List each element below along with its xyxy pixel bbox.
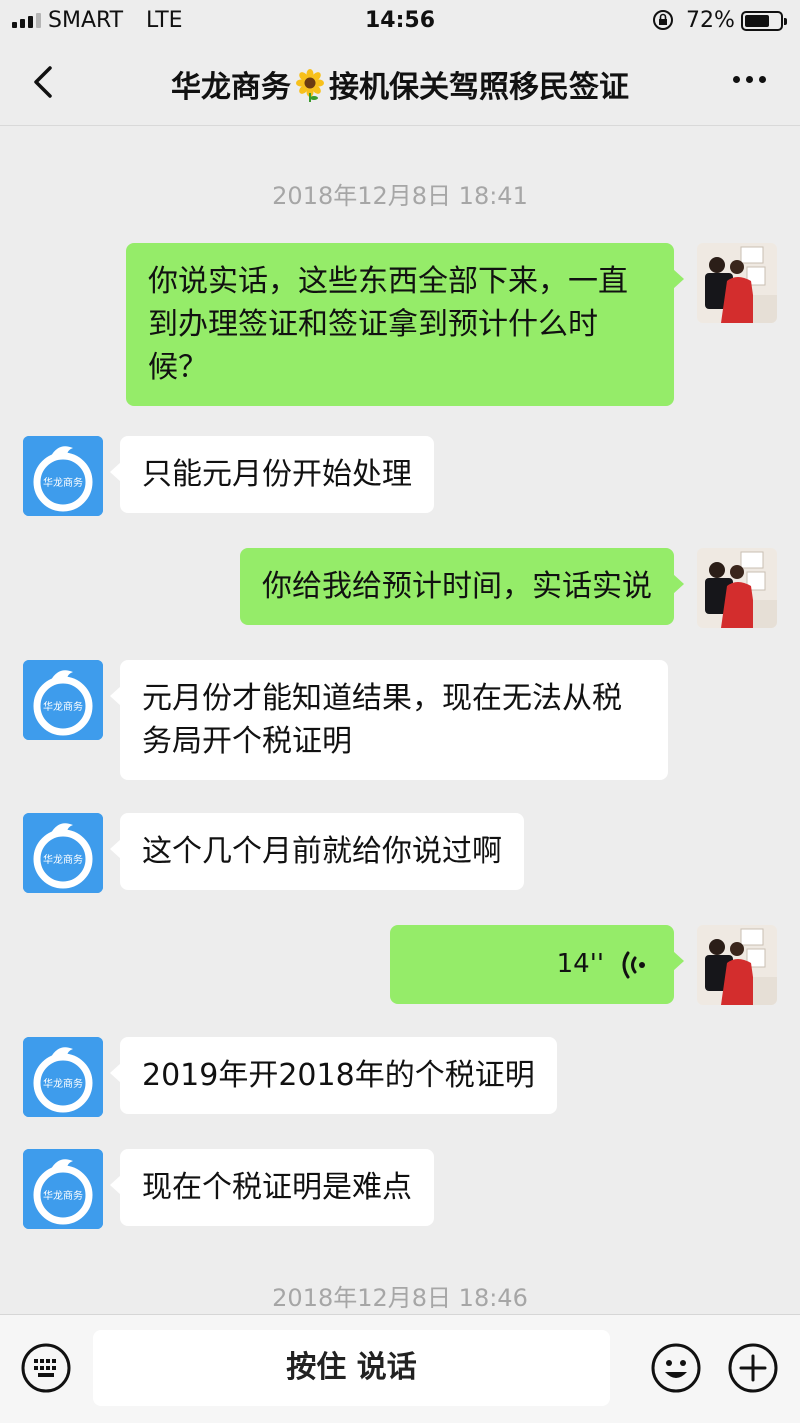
svg-text:华龙商务: 华龙商务 (43, 1189, 83, 1202)
avatar-contact[interactable]: 华龙商务 (23, 1149, 103, 1229)
hualong-logo-icon: 华龙商务 (23, 660, 103, 740)
avatar-contact[interactable]: 华龙商务 (23, 1037, 103, 1117)
timestamp: 2018年12月8日 18:41 (272, 182, 528, 210)
svg-text:华龙商务: 华龙商务 (43, 476, 83, 489)
voice-message-bubble[interactable]: 14'' (390, 925, 684, 1004)
chat-area[interactable]: 2018年12月8日 18:41 你说实话，这些东西全部下来，一直到办理签证和签… (0, 126, 800, 1314)
wedding-photo-icon (697, 243, 777, 323)
chat-title: 华龙商务 接机保关驾照移民签证 (90, 62, 710, 106)
clock: 14:56 (364, 8, 436, 33)
message-bubble-contact[interactable]: 现在个税证明是难点 (110, 1149, 434, 1226)
plus-circle-icon[interactable] (727, 1342, 779, 1394)
keyboard-icon[interactable] (20, 1342, 72, 1394)
more-dots-icon[interactable] (733, 76, 766, 83)
timestamp: 2018年12月8日 18:46 (272, 1284, 528, 1312)
avatar-contact[interactable]: 华龙商务 (23, 813, 103, 893)
sunflower-icon (296, 69, 324, 102)
hold-to-talk-button[interactable]: 按住 说话 (93, 1330, 610, 1406)
chat-title-name: 华龙商务 (171, 70, 291, 105)
hualong-logo-icon: 华龙商务 (23, 436, 103, 516)
back-button[interactable] (26, 60, 66, 104)
rotation-lock-icon (653, 10, 673, 30)
avatar-contact[interactable]: 华龙商务 (23, 436, 103, 516)
message-bubble-contact[interactable]: 这个几个月前就给你说过啊 (110, 813, 524, 890)
hualong-logo-icon: 华龙商务 (23, 813, 103, 893)
emoji-icon[interactable] (650, 1342, 702, 1394)
avatar-contact[interactable]: 华龙商务 (23, 660, 103, 740)
battery-percent: 72% (686, 8, 735, 33)
wedding-photo-icon (697, 925, 777, 1005)
chat-header: 华龙商务 接机保关驾照移民签证 (0, 40, 800, 126)
avatar-self[interactable] (697, 243, 777, 323)
hualong-logo-icon: 华龙商务 (23, 1149, 103, 1229)
svg-text:华龙商务: 华龙商务 (43, 700, 83, 713)
message-bubble-contact[interactable]: 元月份才能知道结果，现在无法从税务局开个税证明 (110, 660, 668, 780)
message-bubble-self[interactable]: 你给我给预计时间，实话实说 (240, 548, 684, 625)
message-bubble-contact[interactable]: 只能元月份开始处理 (110, 436, 434, 513)
hualong-logo-icon: 华龙商务 (23, 1037, 103, 1117)
svg-text:华龙商务: 华龙商务 (43, 853, 83, 866)
status-bar: SMART LTE 14:56 72% (0, 0, 800, 40)
voice-wave-icon (622, 951, 645, 978)
svg-text:华龙商务: 华龙商务 (43, 1077, 83, 1090)
message-bubble-contact[interactable]: 2019年开2018年的个税证明 (110, 1037, 557, 1114)
avatar-self[interactable] (697, 548, 777, 628)
wedding-photo-icon (697, 548, 777, 628)
voice-duration: 14'' (556, 949, 604, 979)
battery-icon (741, 11, 787, 31)
chat-title-services: 接机保关驾照移民签证 (329, 70, 629, 105)
input-bar: 按住 说话 (0, 1314, 800, 1423)
avatar-self[interactable] (697, 925, 777, 1005)
message-bubble-self[interactable]: 你说实话，这些东西全部下来，一直到办理签证和签证拿到预计什么时候？ (126, 243, 684, 406)
